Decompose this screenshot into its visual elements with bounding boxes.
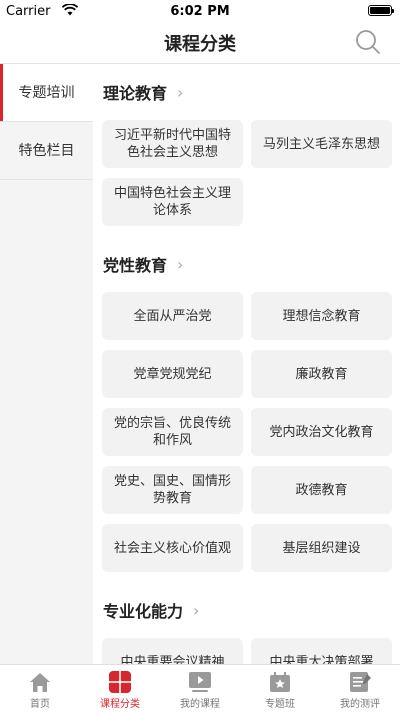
chevron-right-icon: › [193, 600, 200, 620]
sidebar-item-featured-column[interactable]: 特色栏目 [0, 122, 93, 180]
course-chip[interactable]: 党史、国史、国情形势教育 [102, 466, 243, 514]
section-header-party-spirit[interactable]: 党性教育 › [93, 236, 400, 292]
edit-document-icon [350, 672, 371, 692]
tab-label: 专题班 [265, 699, 295, 710]
course-chip[interactable]: 政德教育 [251, 466, 392, 514]
home-icon [30, 673, 50, 692]
course-chip[interactable]: 中央重大决策部署 [251, 638, 392, 664]
tab-bar: 首页 课程分类 我的课程 专题班 我的测评 [0, 664, 400, 712]
category-sidebar: 专题培训 特色栏目 [0, 64, 93, 664]
course-chip[interactable]: 全面从严治党 [102, 292, 243, 340]
section-header-theory[interactable]: 理论教育 › [93, 64, 400, 120]
section-title: 专业化能力 [103, 602, 184, 621]
tab-my-courses[interactable]: 我的课程 [160, 665, 240, 712]
course-chip[interactable]: 社会主义核心价值观 [102, 524, 243, 572]
chevron-right-icon: › [177, 82, 184, 102]
course-chip[interactable]: 党的宗旨、优良传统和作风 [102, 408, 243, 456]
course-chip[interactable]: 马列主义毛泽东思想 [251, 120, 392, 168]
course-chip[interactable]: 基层组织建设 [251, 524, 392, 572]
section-title: 理论教育 [103, 84, 168, 103]
tab-label: 首页 [30, 699, 50, 710]
course-chip[interactable]: 中央重要会议精神 [102, 638, 243, 664]
course-chip[interactable]: 廉政教育 [251, 350, 392, 398]
tab-label: 我的课程 [180, 699, 220, 710]
tab-special-class[interactable]: 专题班 [240, 665, 320, 712]
course-chip[interactable]: 习近平新时代中国特色社会主义思想 [102, 120, 243, 168]
course-chip[interactable]: 党内政治文化教育 [251, 408, 392, 456]
tab-label: 课程分类 [100, 699, 140, 710]
sidebar-item-special-training[interactable]: 专题培训 [0, 64, 93, 122]
star-board-icon [270, 672, 290, 692]
status-bar: Carrier 6:02 PM [0, 0, 400, 22]
section-title: 党性教育 [103, 256, 168, 275]
video-play-icon [189, 672, 211, 692]
course-category-list: 理论教育 › 习近平新时代中国特色社会主义思想 马列主义毛泽东思想 中国特色社会… [93, 64, 400, 664]
page-title: 课程分类 [164, 34, 236, 55]
tab-my-assessment[interactable]: 我的测评 [320, 665, 400, 712]
course-chip[interactable]: 理想信念教育 [251, 292, 392, 340]
course-chip[interactable]: 党章党规党纪 [102, 350, 243, 398]
tab-home[interactable]: 首页 [0, 665, 80, 712]
section-header-professional[interactable]: 专业化能力 › [93, 582, 400, 638]
course-chip[interactable]: 中国特色社会主义理论体系 [102, 178, 243, 226]
nav-bar: 课程分类 [0, 22, 400, 64]
chevron-right-icon: › [177, 254, 184, 274]
status-time: 6:02 PM [170, 4, 230, 19]
category-grid-icon [109, 671, 131, 693]
battery-icon [368, 5, 394, 16]
tab-course-category[interactable]: 课程分类 [80, 665, 160, 712]
search-icon[interactable] [354, 28, 382, 56]
tab-label: 我的测评 [340, 699, 380, 710]
